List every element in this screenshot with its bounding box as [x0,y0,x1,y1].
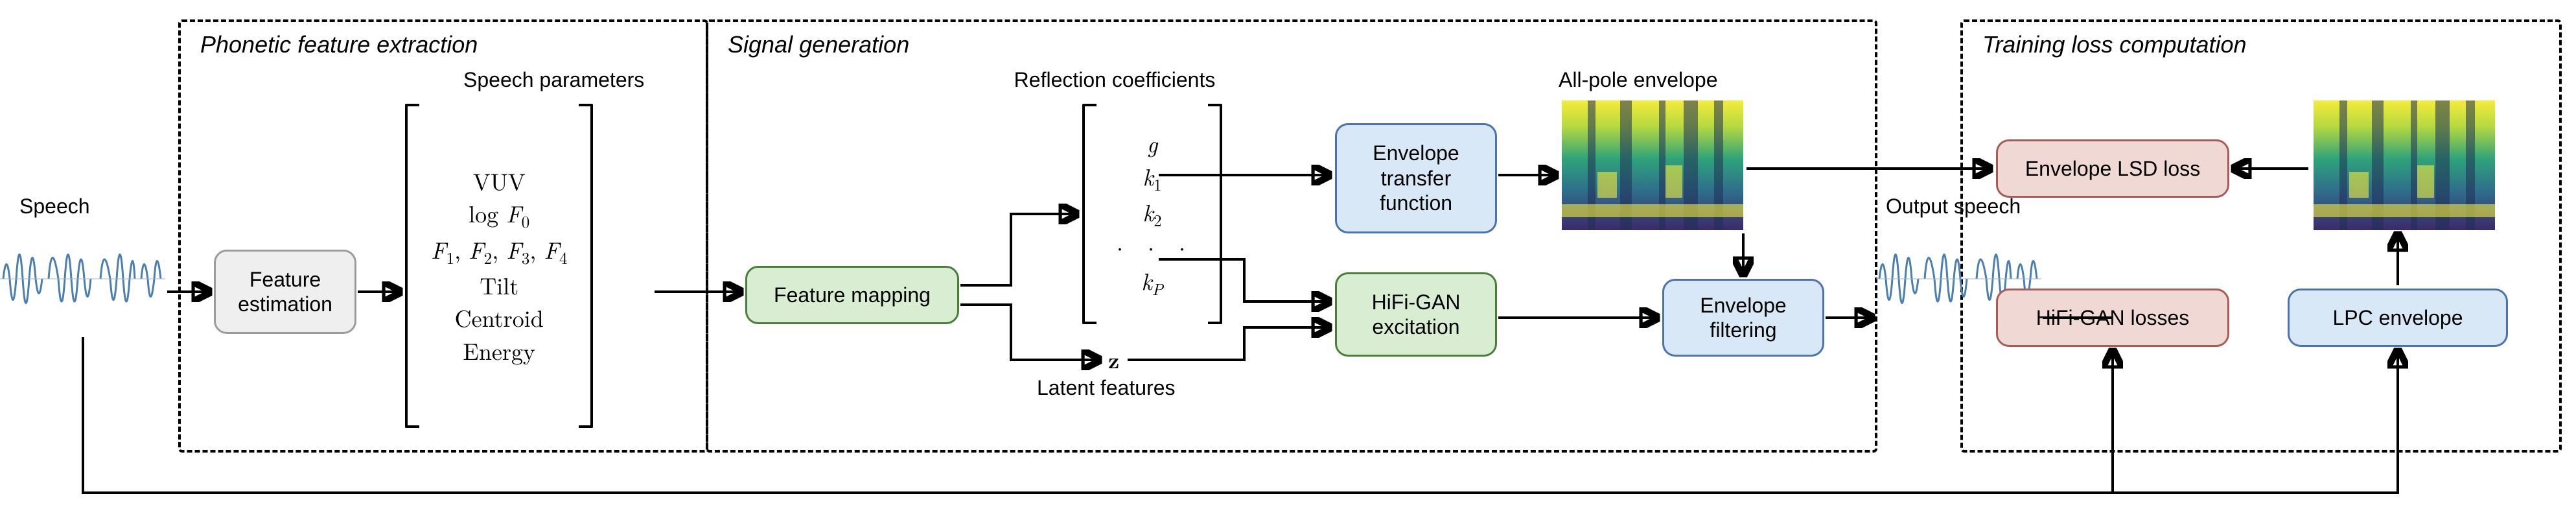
section-training: Training loss computation [1960,19,2562,453]
coeff-k1: k1 [1143,160,1161,196]
param-tilt: Tilt [480,269,518,301]
coeff-g: g [1147,127,1158,160]
envelope-transfer-block: Envelope transfer function [1335,123,1497,233]
hifigan-excitation-block: HiFi-GAN excitation [1335,272,1497,357]
param-centroid: Centroid [455,301,544,334]
diagram-stage: Phonetic feature extraction Signal gener… [0,0,2576,520]
allpole-envelope-label: All-pole envelope [1559,68,1718,92]
envelope-lsd-loss-block: Envelope LSD loss [1996,139,2229,198]
lpc-envelope-block: LPC envelope [2288,289,2508,347]
latent-features-label: Latent features [1037,376,1175,400]
param-logf0: log F0 [469,197,529,233]
lpc-spectrogram-icon [2314,100,2495,230]
envelope-filtering-block: Envelope filtering [1662,279,1824,357]
param-vuv: VUV [473,165,526,197]
speech-parameters-matrix: VUV log F0 F1, F2, F3, F4 Tilt Centroid … [405,104,593,428]
coeff-kP: kP [1141,265,1163,300]
reflection-coeffs-matrix: g k1 k2 · · · kP [1082,104,1222,324]
feature-mapping-block: Feature mapping [745,266,959,324]
section-phonetic-title: Phonetic feature extraction [200,31,478,58]
param-formants: F1, F2, F3, F4 [431,233,567,269]
input-speech-label: Speech [19,195,90,219]
output-speech-label: Output speech [1886,195,2021,219]
section-signal-title: Signal generation [728,31,909,58]
coeff-k2: k2 [1143,196,1161,231]
latent-z: z [1108,344,1119,375]
feature-estimation-block: Feature estimation [214,250,356,334]
reflection-coeffs-label: Reflection coefficients [998,68,1231,92]
section-training-title: Training loss computation [1982,31,2247,58]
coeff-dots: · · · [1111,232,1194,265]
allpole-spectrogram-icon [1562,100,1743,230]
input-waveform-icon [0,224,165,334]
speech-parameters-label: Speech parameters [463,68,644,92]
param-energy: Energy [463,335,535,367]
hifigan-losses-block: HiFi-GAN losses [1996,289,2229,347]
